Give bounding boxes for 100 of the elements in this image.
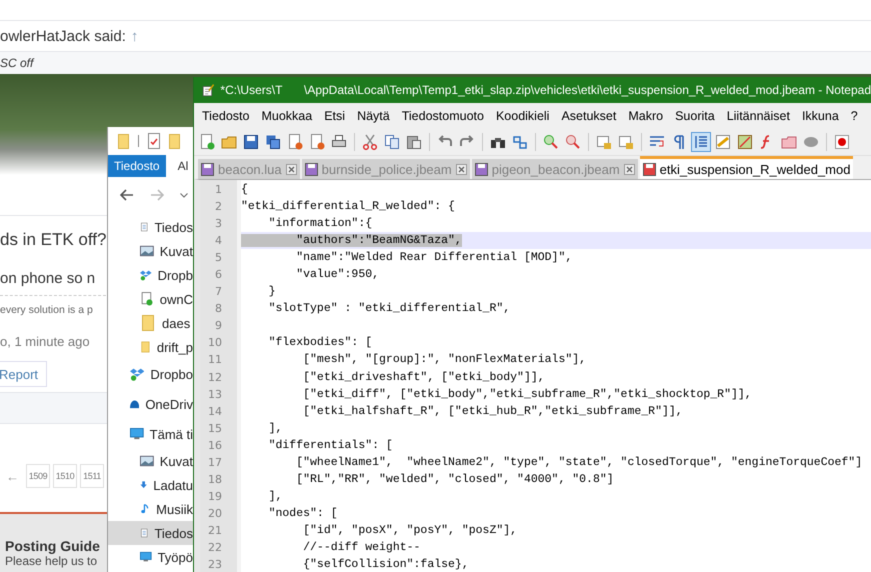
menu-item[interactable]: Ikkuna [796,108,845,122]
nav-item[interactable]: Tämä ti [108,419,193,449]
line-number: 21 [207,522,223,539]
close-icon[interactable] [456,164,467,174]
code-line: "flexbodies": [ [268,335,374,352]
line-number: 4 [214,233,223,250]
menu-item[interactable]: Asetukset [555,108,622,122]
nav-item[interactable]: Tiedos [108,521,193,545]
back-arrow-icon[interactable] [120,189,134,201]
code-line: ["id", "posX", "posY", "posZ"], [302,522,518,539]
page-link[interactable]: 1509 [26,464,50,488]
nav-item[interactable]: Musiik [108,497,193,521]
menu-item[interactable]: Muokkaa [255,108,318,122]
menu-item[interactable]: Koodikieli [490,108,556,122]
menu-item[interactable]: Suorita [669,108,721,122]
code-line: {"selfCollision":false}, [302,557,470,572]
window-title: *C:\Users\T [220,83,284,97]
line-number: 22 [207,540,223,556]
line-number: 3 [214,216,223,232]
checked-document-icon[interactable] [148,133,160,149]
folder-icon [140,339,151,355]
post-title: ds in ETK off? [0,230,106,250]
nav-item[interactable]: Dropb [108,263,193,287]
monitor-icon [130,426,144,442]
line-number: 10 [207,335,223,352]
line-number: 8 [214,301,223,318]
code-line: { [241,182,249,198]
nav-item[interactable]: Dropbo [108,359,193,389]
line-number: 13 [207,386,223,403]
line-number: 5 [214,250,223,266]
menu-item[interactable]: Makro [622,108,670,122]
code-line: "value":950, [295,267,380,284]
code-line: ["RL","RR", "welded", "closed", "4000", "0.8"] [295,472,615,488]
code-line: ["wheelName1", "wheelName2", "type", "state", "closedTorque", "engineTorqueCoef"] [295,454,864,471]
menu-item[interactable]: ? [844,108,864,122]
guide-text: Please help us to [5,554,98,568]
nav-item[interactable]: Työpö [108,545,193,569]
nav-item[interactable]: Kuvat [108,449,193,473]
menu-item[interactable]: Tiedostomuoto [396,108,490,122]
code-line: "name":"Welded Rear Differential [MOD]", [295,250,574,266]
guide-title: Posting Guide [5,538,100,554]
quote-text: SC off [0,52,871,74]
code-line: ["etki_halfshaft_R", ["etki_hub_R","etki_subframe_R"]], [302,404,684,420]
signature-text: every solution is a p [0,304,93,316]
line-number: 18 [207,472,223,488]
ribbon-tab[interactable]: Al [172,155,194,177]
code-line: ["etki_diff", ["etki_body","etki_subframe_R","etki_shocktop_R"]], [302,386,753,403]
line-number: 1 [214,182,223,198]
window-title: \AppData\Local\Temp\Temp1_etki_slap.zip\vehicles\etki\etki_suspension_R_welded_mod.jbeam - Notepad [304,83,871,97]
menu-item[interactable]: Tiedosto [196,108,256,122]
code-editor[interactable] [194,179,871,572]
nav-item[interactable]: drift_p [108,335,193,359]
code-line: ], [268,488,284,505]
ribbon-tab[interactable]: Tiedosto [108,155,166,177]
nav-item[interactable]: Kuvat [108,239,193,263]
code-line: "information":{ [268,216,374,232]
close-icon[interactable] [286,164,297,174]
code-line: //--diff weight-- [302,540,422,556]
nav-item[interactable]: daes [108,311,193,335]
menu-item[interactable]: Etsi [318,108,352,122]
synced-document-icon [140,291,154,307]
file-tab[interactable]: etki_suspension_R_welded_mod [640,156,854,179]
line-number: 23 [207,557,223,572]
nav-item[interactable]: OneDriv [108,389,193,419]
close-icon[interactable] [624,164,635,174]
line-number: 20 [207,506,223,522]
post-meta: o, 1 minute ago [0,334,90,349]
line-number: 14 [207,404,223,420]
report-button[interactable]: Report [0,361,48,387]
nav-item[interactable]: Ladatu [108,473,193,497]
chevron-down-icon[interactable] [180,192,188,198]
line-number: 6 [214,267,223,284]
notepad-icon [202,82,214,98]
page-link[interactable]: 1510 [53,464,77,488]
line-number: 16 [207,438,223,454]
menu-item[interactable]: Näytä [351,108,396,122]
line-number: 19 [207,488,223,505]
page-link[interactable]: 1511 [80,464,104,488]
code-line: "nodes": [ [268,506,339,522]
dropbox-icon [130,366,144,382]
code-line: "etki_differential_R_welded": { [241,199,456,216]
nav-item[interactable]: Tiedos [108,215,193,239]
folder-icon [140,315,156,331]
code-line: ], [268,420,284,437]
post-body: on phone so n [0,270,106,296]
code-line: ["mesh", "[group]:", "nonFlexMaterials"], [302,352,588,368]
line-number: 9 [214,318,223,334]
line-number: 7 [214,284,223,300]
nav-item[interactable]: ownC [108,287,193,311]
line-number: 2 [214,199,223,216]
quote-author: owlerHatJack said: [0,28,126,44]
indent-guide-icon[interactable] [691,132,711,152]
line-number: 11 [207,352,223,368]
code-line: } [268,284,277,300]
code-line: "slotType" : "etki_differential_R", [268,301,512,318]
menu-item[interactable]: Liitännäiset [720,108,796,122]
code-line: ["etki_driveshaft", ["etki_body"]], [302,370,546,386]
line-number: 17 [207,454,223,471]
code-line: "differentials": [ [268,438,394,454]
line-number: 12 [207,370,223,386]
